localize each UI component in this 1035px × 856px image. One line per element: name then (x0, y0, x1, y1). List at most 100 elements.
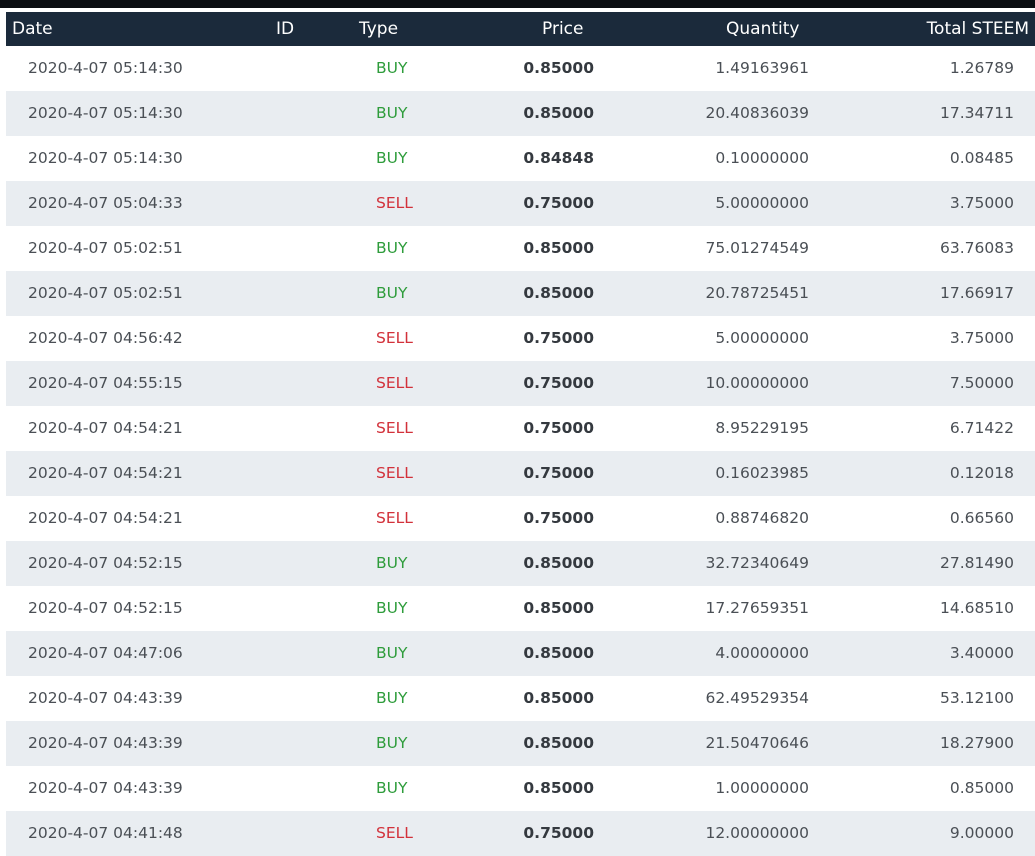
trade-total-steem: 53.12100 (940, 689, 1014, 707)
trade-date: 2020-4-07 04:52:15 (28, 599, 183, 617)
trade-total-steem: 0.66560 (949, 509, 1014, 527)
trade-quantity: 21.50470646 (705, 734, 809, 752)
trade-quantity: 1.49163961 (715, 59, 809, 77)
trade-price: 0.85000 (523, 104, 594, 122)
trade-quantity: 62.49529354 (705, 689, 809, 707)
trade-date: 2020-4-07 05:14:30 (28, 59, 183, 77)
trade-total-steem: 3.75000 (949, 329, 1014, 347)
trade-type: BUY (376, 554, 408, 572)
trade-price: 0.75000 (523, 329, 594, 347)
trade-total-steem: 9.00000 (949, 824, 1014, 842)
trade-total-steem: 1.26789 (949, 59, 1014, 77)
trade-price: 0.85000 (523, 554, 594, 572)
trade-price: 0.85000 (523, 284, 594, 302)
trade-date: 2020-4-07 04:43:39 (28, 779, 183, 797)
trade-price: 0.85000 (523, 599, 594, 617)
trade-type: SELL (376, 374, 413, 392)
trade-date: 2020-4-07 04:43:39 (28, 734, 183, 752)
trade-type: BUY (376, 239, 408, 257)
trade-type: BUY (376, 599, 408, 617)
trade-quantity: 20.78725451 (705, 284, 809, 302)
trade-date: 2020-4-07 04:55:15 (28, 374, 183, 392)
trade-date: 2020-4-07 04:54:21 (28, 509, 183, 527)
table-body: 2020-4-07 05:14:30 BUY 0.85000 1.49163961 1.… (6, 46, 1035, 856)
trade-quantity: 12.00000000 (705, 824, 809, 842)
trade-type: SELL (376, 464, 413, 482)
table-row: 2020-4-07 04:47:06 BUY 0.85000 4.00000000 3.… (6, 631, 1035, 676)
table-row: 2020-4-07 04:52:15 BUY 0.85000 32.72340649 2… (6, 541, 1035, 586)
table-row: 2020-4-07 05:02:51 BUY 0.85000 75.01274549 6… (6, 226, 1035, 271)
table-row: 2020-4-07 04:52:15 BUY 0.85000 17.27659351 1… (6, 586, 1035, 631)
trade-total-steem: 17.66917 (940, 284, 1014, 302)
column-header-quantity[interactable]: Quantity (726, 19, 799, 39)
trade-type: SELL (376, 509, 413, 527)
trade-total-steem: 14.68510 (940, 599, 1014, 617)
trade-quantity: 17.27659351 (705, 599, 809, 617)
trade-total-steem: 0.08485 (949, 149, 1014, 167)
table-row: 2020-4-07 04:56:42 SELL 0.75000 5.00000000 3… (6, 316, 1035, 361)
trade-total-steem: 17.34711 (940, 104, 1014, 122)
table-header: Date ID Type Price Quantity Total STEEM (6, 12, 1035, 46)
trade-total-steem: 63.76083 (940, 239, 1014, 257)
table-row: 2020-4-07 04:55:15 SELL 0.75000 10.00000000… (6, 361, 1035, 406)
table-row: 2020-4-07 04:54:21 SELL 0.75000 8.95229195 6… (6, 406, 1035, 451)
trade-type: BUY (376, 734, 408, 752)
table-row: 2020-4-07 04:43:39 BUY 0.85000 1.00000000 0.… (6, 766, 1035, 811)
trade-history-table: Date ID Type Price Quantity Total STEEM … (6, 12, 1035, 856)
trade-type: BUY (376, 104, 408, 122)
trade-quantity: 1.00000000 (715, 779, 809, 797)
trade-quantity: 0.10000000 (715, 149, 809, 167)
trade-price: 0.75000 (523, 464, 594, 482)
trade-date: 2020-4-07 05:02:51 (28, 239, 183, 257)
trade-date: 2020-4-07 04:56:42 (28, 329, 183, 347)
column-header-type[interactable]: Type (359, 19, 398, 39)
trade-total-steem: 7.50000 (949, 374, 1014, 392)
table-row: 2020-4-07 05:14:30 BUY 0.85000 20.40836039 1… (6, 91, 1035, 136)
trade-type: BUY (376, 284, 408, 302)
trade-type: BUY (376, 644, 408, 662)
trade-quantity: 8.95229195 (715, 419, 809, 437)
trade-date: 2020-4-07 05:14:30 (28, 149, 183, 167)
trade-total-steem: 27.81490 (940, 554, 1014, 572)
trade-type: BUY (376, 59, 408, 77)
column-header-date[interactable]: Date (12, 19, 53, 39)
table-row: 2020-4-07 04:54:21 SELL 0.75000 0.88746820 0… (6, 496, 1035, 541)
trade-date: 2020-4-07 04:54:21 (28, 464, 183, 482)
trade-date: 2020-4-07 04:54:21 (28, 419, 183, 437)
trade-date: 2020-4-07 04:47:06 (28, 644, 183, 662)
trade-price: 0.84848 (523, 149, 594, 167)
trade-price: 0.85000 (523, 59, 594, 77)
trade-quantity: 10.00000000 (705, 374, 809, 392)
column-header-total-steem[interactable]: Total STEEM (927, 19, 1029, 39)
trade-date: 2020-4-07 04:41:48 (28, 824, 183, 842)
trade-quantity: 32.72340649 (705, 554, 809, 572)
trade-type: SELL (376, 329, 413, 347)
trade-total-steem: 3.40000 (949, 644, 1014, 662)
trade-type: SELL (376, 194, 413, 212)
trade-price: 0.75000 (523, 194, 594, 212)
trade-date: 2020-4-07 04:52:15 (28, 554, 183, 572)
trade-type: BUY (376, 779, 408, 797)
trade-quantity: 5.00000000 (715, 329, 809, 347)
trade-price: 0.75000 (523, 824, 594, 842)
column-header-id[interactable]: ID (276, 19, 294, 39)
trade-total-steem: 3.75000 (949, 194, 1014, 212)
trade-total-steem: 6.71422 (949, 419, 1014, 437)
trade-quantity: 75.01274549 (705, 239, 809, 257)
trade-total-steem: 0.85000 (949, 779, 1014, 797)
trade-price: 0.75000 (523, 509, 594, 527)
trade-price: 0.85000 (523, 779, 594, 797)
trade-price: 0.75000 (523, 374, 594, 392)
trade-date: 2020-4-07 04:43:39 (28, 689, 183, 707)
trade-quantity: 4.00000000 (715, 644, 809, 662)
table-row: 2020-4-07 05:02:51 BUY 0.85000 20.78725451 1… (6, 271, 1035, 316)
table-row: 2020-4-07 04:54:21 SELL 0.75000 0.16023985 0… (6, 451, 1035, 496)
trade-type: SELL (376, 419, 413, 437)
column-header-price[interactable]: Price (542, 19, 583, 39)
top-edge-bar (0, 0, 1035, 8)
trade-quantity: 20.40836039 (705, 104, 809, 122)
table-row: 2020-4-07 05:14:30 BUY 0.84848 0.10000000 0.… (6, 136, 1035, 181)
trade-date: 2020-4-07 05:04:33 (28, 194, 183, 212)
trade-total-steem: 0.12018 (949, 464, 1014, 482)
table-row: 2020-4-07 04:41:48 SELL 0.75000 12.00000000… (6, 811, 1035, 856)
